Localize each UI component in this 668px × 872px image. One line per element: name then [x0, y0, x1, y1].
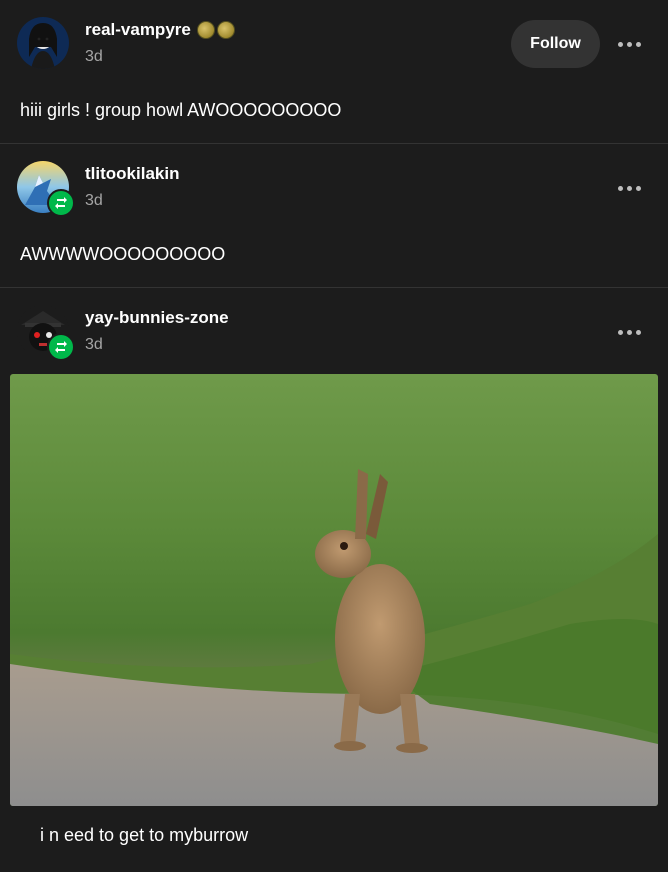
avatar-yay-bunnies-zone[interactable] [17, 305, 75, 361]
post-original: real-vampyre 3d Follow hiii girls ! grou… [0, 0, 668, 144]
username[interactable]: real-vampyre [85, 20, 235, 40]
moon-badge-icon [196, 21, 215, 39]
post-time[interactable]: 3d [85, 48, 103, 66]
avatar-real-vampyre[interactable] [17, 17, 69, 69]
post-image[interactable] [10, 374, 658, 806]
moon-badge-icon [216, 21, 235, 39]
username-text[interactable]: real-vampyre [85, 20, 191, 40]
username-text[interactable]: tlitookilakin [85, 164, 179, 184]
more-options-icon[interactable] [618, 42, 641, 47]
post-time[interactable]: 3d [85, 336, 103, 354]
username[interactable]: tlitookilakin [85, 164, 179, 184]
user-badges [196, 21, 235, 39]
post-header: real-vampyre 3d Follow [0, 0, 668, 82]
more-options-icon[interactable] [618, 186, 641, 191]
post-header: yay-bunnies-zone 3d [0, 288, 668, 370]
post-text: hiii girls ! group howl AWOOOOOOOOO [20, 100, 342, 120]
post-time[interactable]: 3d [85, 192, 103, 210]
post-text: AWWWWOOOOOOOOO [20, 244, 226, 264]
reblog-icon [47, 333, 75, 361]
avatar-tlitookilakin[interactable] [17, 161, 75, 217]
post-thread: real-vampyre 3d Follow hiii girls ! grou… [0, 0, 668, 872]
reblog-2: yay-bunnies-zone 3d i n eed to get to my… [0, 288, 668, 872]
more-options-icon[interactable] [618, 330, 641, 335]
post-header: tlitookilakin 3d [0, 144, 668, 226]
username[interactable]: yay-bunnies-zone [85, 308, 229, 328]
follow-button[interactable]: Follow [511, 20, 600, 68]
username-text[interactable]: yay-bunnies-zone [85, 308, 229, 328]
reblog-1: tlitookilakin 3d AWWWWOOOOOOOOO [0, 144, 668, 288]
post-text: i n eed to get to myburrow [40, 825, 249, 845]
reblog-icon [47, 189, 75, 217]
